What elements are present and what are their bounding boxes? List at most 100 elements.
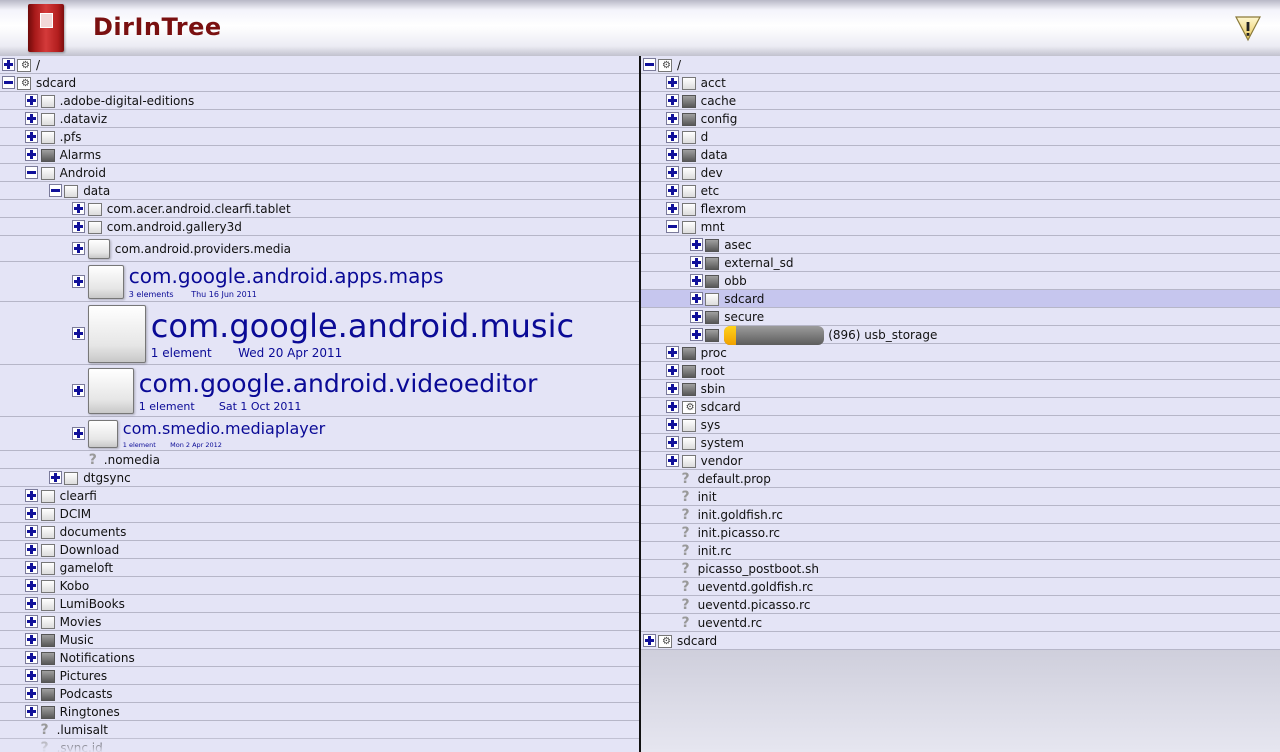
expand-icon[interactable] bbox=[666, 436, 680, 449]
expand-icon[interactable] bbox=[666, 364, 680, 377]
tree-row[interactable]: mnt bbox=[641, 218, 1280, 236]
tree-row[interactable]: ? .lumisalt bbox=[0, 721, 639, 739]
tree-row[interactable]: sdcard bbox=[0, 74, 639, 92]
tree-row[interactable]: DCIM bbox=[0, 505, 639, 523]
expand-icon[interactable] bbox=[72, 427, 86, 440]
tree-row[interactable]: Pictures bbox=[0, 667, 639, 685]
tree-row[interactable]: proc bbox=[641, 344, 1280, 362]
expand-icon[interactable] bbox=[1, 58, 15, 71]
expand-icon[interactable] bbox=[666, 130, 680, 143]
expand-icon[interactable] bbox=[666, 184, 680, 197]
expand-icon[interactable] bbox=[689, 292, 703, 305]
expand-icon[interactable] bbox=[25, 148, 39, 161]
tree-row[interactable]: .adobe-digital-editions bbox=[0, 92, 639, 110]
tree-row[interactable]: clearfi bbox=[0, 487, 639, 505]
tree-row[interactable]: Podcasts bbox=[0, 685, 639, 703]
right-tree-pane[interactable]: / acct cache config d data dev etc flexrom mnt ase… bbox=[641, 56, 1280, 752]
expand-icon[interactable] bbox=[689, 328, 703, 341]
expand-icon[interactable] bbox=[666, 346, 680, 359]
tree-row[interactable]: Notifications bbox=[0, 649, 639, 667]
expand-icon[interactable] bbox=[25, 130, 39, 143]
expand-icon[interactable] bbox=[25, 615, 39, 628]
expand-icon[interactable] bbox=[25, 543, 39, 556]
tree-row[interactable]: / bbox=[641, 56, 1280, 74]
tree-row[interactable]: ? init.picasso.rc bbox=[641, 524, 1280, 542]
expand-icon[interactable] bbox=[666, 418, 680, 431]
expand-icon[interactable] bbox=[666, 76, 680, 89]
expand-icon[interactable] bbox=[25, 525, 39, 538]
expand-icon[interactable] bbox=[72, 220, 86, 233]
expand-icon[interactable] bbox=[666, 454, 680, 467]
tree-row[interactable]: d bbox=[641, 128, 1280, 146]
expand-icon[interactable] bbox=[666, 382, 680, 395]
tree-row[interactable]: data bbox=[0, 182, 639, 200]
tree-row[interactable]: asec bbox=[641, 236, 1280, 254]
tree-row[interactable]: ? .nomedia bbox=[0, 451, 639, 469]
tree-row[interactable]: Ringtones bbox=[0, 703, 639, 721]
tree-row[interactable]: Alarms bbox=[0, 146, 639, 164]
tree-row[interactable]: vendor bbox=[641, 452, 1280, 470]
tree-row[interactable]: com.google.android.apps.maps 3 elements Th… bbox=[0, 262, 639, 302]
tree-row[interactable]: com.google.android.music 1 element Wed 20 … bbox=[0, 302, 639, 365]
tree-row[interactable]: sdcard bbox=[641, 290, 1280, 308]
tree-row[interactable]: com.android.gallery3d bbox=[0, 218, 639, 236]
tree-row[interactable]: ? ueventd.picasso.rc bbox=[641, 596, 1280, 614]
expand-icon[interactable] bbox=[72, 242, 86, 255]
expand-icon[interactable] bbox=[666, 94, 680, 107]
collapse-icon[interactable] bbox=[642, 58, 656, 71]
expand-icon[interactable] bbox=[72, 384, 86, 397]
collapse-icon[interactable] bbox=[1, 76, 15, 89]
tree-row[interactable]: com.smedio.mediaplayer 1 element Mon 2 Apr… bbox=[0, 417, 639, 451]
tree-row[interactable]: ? .sync.id bbox=[0, 739, 639, 752]
tree-row[interactable]: sdcard bbox=[641, 398, 1280, 416]
tree-row[interactable]: cache bbox=[641, 92, 1280, 110]
tree-row[interactable]: etc bbox=[641, 182, 1280, 200]
expand-icon[interactable] bbox=[666, 112, 680, 125]
expand-icon[interactable] bbox=[25, 489, 39, 502]
tree-row[interactable]: (896) usb_storage bbox=[641, 325, 1280, 345]
tree-row[interactable]: Android bbox=[0, 164, 639, 182]
tree-row[interactable]: external_sd bbox=[641, 254, 1280, 272]
tree-row[interactable]: Download bbox=[0, 541, 639, 559]
tree-row[interactable]: ? ueventd.rc bbox=[641, 614, 1280, 632]
tree-row[interactable]: system bbox=[641, 434, 1280, 452]
tree-row[interactable]: flexrom bbox=[641, 200, 1280, 218]
left-tree-pane[interactable]: / sdcard .adobe-digital-editions .dataviz .p… bbox=[0, 56, 639, 752]
tree-row[interactable]: obb bbox=[641, 272, 1280, 290]
expand-icon[interactable] bbox=[72, 202, 86, 215]
tree-row[interactable]: sys bbox=[641, 416, 1280, 434]
tree-row[interactable]: acct bbox=[641, 74, 1280, 92]
expand-icon[interactable] bbox=[666, 166, 680, 179]
tree-row[interactable]: Movies bbox=[0, 613, 639, 631]
expand-icon[interactable] bbox=[25, 633, 39, 646]
tree-row[interactable]: dev bbox=[641, 164, 1280, 182]
expand-icon[interactable] bbox=[25, 705, 39, 718]
tree-row[interactable]: LumiBooks bbox=[0, 595, 639, 613]
collapse-icon[interactable] bbox=[25, 166, 39, 179]
expand-icon[interactable] bbox=[72, 275, 86, 288]
expand-icon[interactable] bbox=[642, 634, 656, 647]
expand-icon[interactable] bbox=[25, 651, 39, 664]
collapse-icon[interactable] bbox=[48, 184, 62, 197]
expand-icon[interactable] bbox=[689, 238, 703, 251]
tree-row[interactable]: secure bbox=[641, 308, 1280, 326]
expand-icon[interactable] bbox=[25, 561, 39, 574]
tree-row[interactable]: ? picasso_postboot.sh bbox=[641, 560, 1280, 578]
expand-icon[interactable] bbox=[666, 400, 680, 413]
expand-icon[interactable] bbox=[25, 579, 39, 592]
tree-row[interactable]: com.google.android.videoeditor 1 element S… bbox=[0, 365, 639, 417]
expand-icon[interactable] bbox=[689, 274, 703, 287]
tree-row[interactable]: data bbox=[641, 146, 1280, 164]
warning-icon[interactable] bbox=[1234, 14, 1262, 42]
tree-row[interactable]: ? init.goldfish.rc bbox=[641, 506, 1280, 524]
tree-row[interactable]: .pfs bbox=[0, 128, 639, 146]
tree-row[interactable]: .dataviz bbox=[0, 110, 639, 128]
tree-row[interactable]: gameloft bbox=[0, 559, 639, 577]
expand-icon[interactable] bbox=[689, 310, 703, 323]
tree-row[interactable]: documents bbox=[0, 523, 639, 541]
tree-row[interactable]: / bbox=[0, 56, 639, 74]
tree-row[interactable]: sdcard bbox=[641, 632, 1280, 650]
expand-icon[interactable] bbox=[25, 94, 39, 107]
expand-icon[interactable] bbox=[72, 326, 86, 340]
expand-icon[interactable] bbox=[25, 112, 39, 125]
